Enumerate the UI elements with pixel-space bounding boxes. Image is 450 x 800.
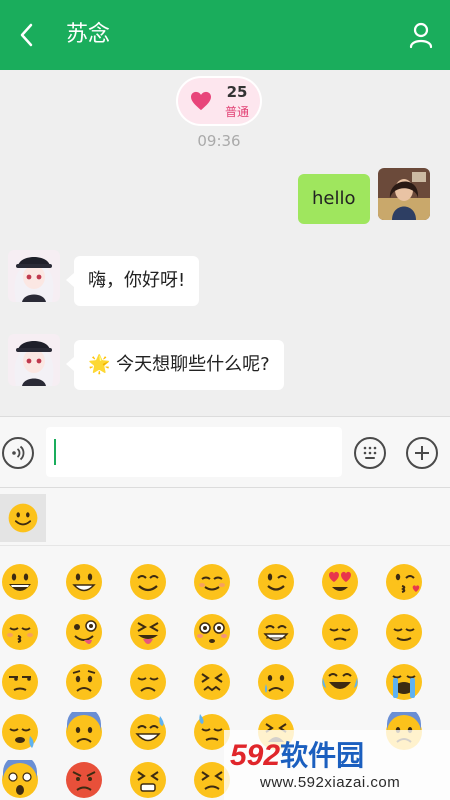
smile-emoji-icon[interactable] <box>128 562 168 602</box>
bubble-tail <box>66 357 74 371</box>
kissing-closed-eyes-emoji-icon[interactable] <box>0 612 40 652</box>
angry-emoji-icon[interactable] <box>64 760 104 800</box>
contact-message-bubble[interactable]: 嗨，你好呀! <box>74 256 200 306</box>
confounded-emoji-icon[interactable] <box>192 662 232 702</box>
message-input[interactable] <box>46 427 342 477</box>
input-bar <box>0 416 450 488</box>
contact-avatar[interactable] <box>8 334 60 386</box>
sleepy-emoji-icon[interactable] <box>0 712 40 752</box>
heart-eyes-emoji-icon[interactable] <box>320 562 360 602</box>
intimacy-level: 普通 <box>224 105 249 119</box>
chat-area[interactable]: 25 普通 09:36 hello 嗨，你好呀! 🌟 今天想聊些什么呢? <box>0 70 450 416</box>
beaming-emoji-icon[interactable] <box>256 612 296 652</box>
chevron-left-icon <box>20 23 33 47</box>
app-header: 苏念 <box>0 0 450 70</box>
message-text: 嗨，你好呀! <box>88 270 186 291</box>
message-text: hello <box>312 188 356 209</box>
pensive-emoji-icon[interactable] <box>320 612 360 652</box>
intimacy-value: 25 <box>226 83 248 101</box>
worried-emoji-icon[interactable] <box>64 662 104 702</box>
smiley-icon <box>8 503 38 533</box>
message-text: 今天想聊些什么呢? <box>116 354 270 375</box>
plus-icon <box>415 446 429 460</box>
star-emoji-icon: 🌟 <box>88 354 111 375</box>
bubble-tail <box>66 273 74 287</box>
my-message-bubble[interactable]: hello <box>298 174 370 224</box>
joy-emoji-icon[interactable] <box>320 662 360 702</box>
heart-icon <box>191 91 211 111</box>
watermark-brand: 592软件园 <box>230 734 364 774</box>
scream-emoji-icon[interactable] <box>0 760 40 800</box>
intimacy-badge[interactable]: 25 普通 <box>176 76 262 126</box>
watermark-url: www.592xiazai.com <box>260 774 401 791</box>
kissing-heart-emoji-icon[interactable] <box>384 562 424 602</box>
text-caret <box>54 439 56 465</box>
grinning-emoji-icon[interactable] <box>0 562 40 602</box>
wink-emoji-icon[interactable] <box>256 562 296 602</box>
contact-message-bubble[interactable]: 🌟 今天想聊些什么呢? <box>74 340 284 390</box>
message-timestamp: 09:36 <box>197 132 241 150</box>
relaxed-emoji-icon[interactable] <box>192 562 232 602</box>
emoji-tab-smiley[interactable] <box>0 494 46 542</box>
keyboard-icon <box>363 446 377 459</box>
disappointed-emoji-icon[interactable] <box>128 662 168 702</box>
cold-sweat-emoji-icon[interactable] <box>64 712 104 752</box>
voice-icon <box>12 445 25 461</box>
back-button[interactable] <box>12 20 42 50</box>
triumph-emoji-icon[interactable] <box>128 760 168 800</box>
grin-emoji-icon[interactable] <box>64 562 104 602</box>
bubble-tail <box>362 191 370 205</box>
keyboard-button[interactable] <box>354 437 386 469</box>
squinting-tongue-emoji-icon[interactable] <box>128 612 168 652</box>
watermark-number: 592 <box>230 739 281 772</box>
sweat-smile-emoji-icon[interactable] <box>128 712 168 752</box>
flushed-emoji-icon[interactable] <box>192 612 232 652</box>
my-avatar[interactable] <box>378 168 430 220</box>
contact-avatar[interactable] <box>8 250 60 302</box>
page-title: 苏念 <box>66 22 111 47</box>
unamused-emoji-icon[interactable] <box>0 662 40 702</box>
sob-emoji-icon[interactable] <box>384 662 424 702</box>
avatar-image <box>8 334 60 386</box>
add-more-button[interactable] <box>406 437 438 469</box>
profile-button[interactable] <box>406 20 436 50</box>
avatar-image <box>8 250 60 302</box>
zany-emoji-icon[interactable] <box>64 612 104 652</box>
crying-emoji-icon[interactable] <box>256 662 296 702</box>
avatar-image <box>378 168 430 220</box>
watermark-text: 软件园 <box>280 740 365 771</box>
voice-button[interactable] <box>2 437 34 469</box>
watermark-logo: 592软件园 www.592xiazai.com <box>224 730 450 800</box>
emoji-category-bar <box>0 488 450 546</box>
relieved-emoji-icon[interactable] <box>384 612 424 652</box>
person-icon <box>409 22 433 49</box>
